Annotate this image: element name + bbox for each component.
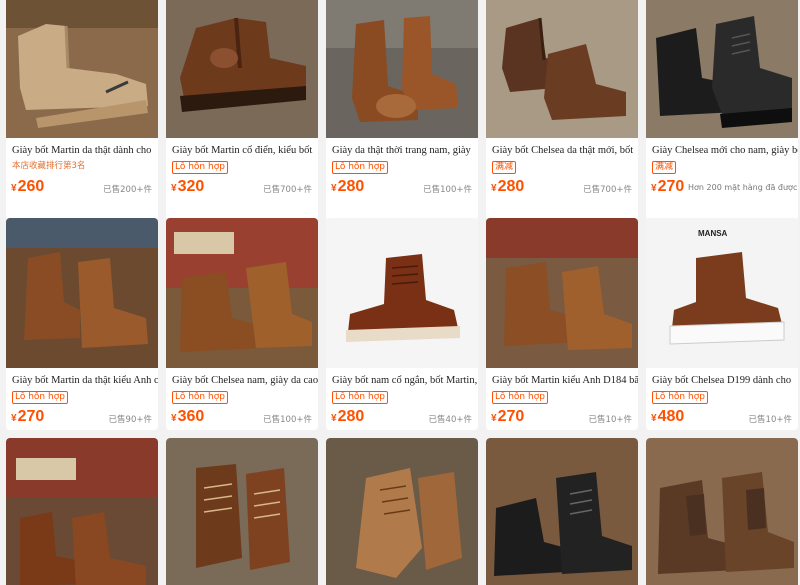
product-card[interactable] bbox=[166, 438, 318, 585]
product-card[interactable]: Giày bốt Martin kiểu Anh D184 băng Lô hỗ… bbox=[486, 218, 638, 430]
product-card[interactable]: Giày da thật thời trang nam, giày Lô hỗn… bbox=[326, 0, 478, 220]
sold-count: 已售90+件 bbox=[108, 415, 152, 425]
product-price: ¥320 bbox=[171, 178, 205, 195]
product-image[interactable] bbox=[166, 0, 318, 138]
product-title[interactable]: Giày Chelsea mới cho nam, giày bốt bbox=[652, 144, 798, 157]
promo-tag: Lô hỗn hợp bbox=[172, 161, 228, 174]
product-card[interactable]: Giày bốt Chelsea nam, giày da cao Lô hỗn… bbox=[166, 218, 318, 430]
product-image[interactable] bbox=[486, 0, 638, 138]
product-title[interactable]: Giày bốt Chelsea nam, giày da cao bbox=[172, 374, 318, 387]
product-price: ¥280 bbox=[491, 178, 525, 195]
sold-count: 已售200+件 bbox=[103, 185, 152, 195]
product-title[interactable]: Giày bốt Chelsea D199 dành cho bbox=[652, 374, 798, 387]
product-card[interactable]: Giày Chelsea mới cho nam, giày bốt 满减 ¥2… bbox=[646, 0, 798, 220]
product-card[interactable]: Giày bốt Martin da thật dành cho 本店收藏排行第… bbox=[6, 0, 158, 220]
promo-tag: Lô hỗn hợp bbox=[652, 391, 708, 404]
sold-count: 已售100+件 bbox=[263, 415, 312, 425]
promo-tag: Lô hỗn hợp bbox=[492, 391, 548, 404]
product-image[interactable] bbox=[646, 438, 798, 585]
product-image[interactable]: MANSA bbox=[646, 218, 798, 368]
product-title[interactable]: Giày bốt Martin da thật dành cho bbox=[12, 144, 158, 157]
product-image[interactable] bbox=[166, 218, 318, 368]
product-image[interactable] bbox=[326, 438, 478, 585]
sold-count: 已售100+件 bbox=[423, 185, 472, 195]
brand-logo: MANSA bbox=[698, 229, 728, 238]
product-image[interactable] bbox=[6, 438, 158, 585]
product-card[interactable]: Giày bốt Martin da thật kiểu Anh cổ Lô h… bbox=[6, 218, 158, 430]
product-image[interactable] bbox=[6, 218, 158, 368]
product-grid: Giày bốt Martin da thật dành cho 本店收藏排行第… bbox=[0, 0, 800, 585]
promo-tag: 满减 bbox=[652, 161, 677, 174]
product-image[interactable] bbox=[326, 0, 478, 138]
rank-badge: 本店收藏排行第3名 bbox=[12, 161, 86, 171]
product-card[interactable]: Giày bốt Martin cổ điển, kiểu bốt Lô hỗn… bbox=[166, 0, 318, 220]
product-image[interactable] bbox=[326, 218, 478, 368]
product-price: ¥270 bbox=[651, 178, 685, 195]
product-price: ¥360 bbox=[171, 408, 205, 425]
product-card[interactable]: Giày bốt nam cổ ngắn, bốt Martin, Lô hỗn… bbox=[326, 218, 478, 430]
product-title[interactable]: Giày bốt Martin da thật kiểu Anh cổ bbox=[12, 374, 158, 387]
product-image[interactable] bbox=[166, 438, 318, 585]
product-title[interactable]: Giày bốt Chelsea da thật mới, bốt bbox=[492, 144, 638, 157]
product-card[interactable] bbox=[6, 438, 158, 585]
product-card[interactable] bbox=[646, 438, 798, 585]
product-price: ¥260 bbox=[11, 178, 45, 195]
product-price: ¥280 bbox=[331, 178, 365, 195]
product-title[interactable]: Giày bốt Martin cổ điển, kiểu bốt bbox=[172, 144, 318, 157]
promo-tag: 满减 bbox=[492, 161, 517, 174]
promo-tag: Lô hỗn hợp bbox=[332, 161, 388, 174]
sold-count: 已售10+件 bbox=[748, 415, 792, 425]
sold-count: 已售10+件 bbox=[588, 415, 632, 425]
product-image[interactable] bbox=[6, 0, 158, 138]
product-card[interactable]: MANSA Giày bốt Chelsea D199 dành cho Lô … bbox=[646, 218, 798, 430]
product-image[interactable] bbox=[646, 0, 798, 138]
product-title[interactable]: Giày da thật thời trang nam, giày bbox=[332, 144, 478, 157]
sold-count: 已售40+件 bbox=[428, 415, 472, 425]
product-price: ¥270 bbox=[491, 408, 525, 425]
product-price: ¥270 bbox=[11, 408, 45, 425]
product-title[interactable]: Giày bốt Martin kiểu Anh D184 băng bbox=[492, 374, 638, 387]
product-card[interactable] bbox=[486, 438, 638, 585]
product-image[interactable] bbox=[486, 218, 638, 368]
sold-count: 已售700+件 bbox=[263, 185, 312, 195]
product-title[interactable]: Giày bốt nam cổ ngắn, bốt Martin, bbox=[332, 374, 478, 387]
product-card[interactable]: Giày bốt Chelsea da thật mới, bốt 满减 ¥28… bbox=[486, 0, 638, 220]
sold-count: Hơn 200 mặt hàng đã được bán bbox=[688, 183, 798, 192]
product-card[interactable] bbox=[326, 438, 478, 585]
product-price: ¥480 bbox=[651, 408, 685, 425]
product-price: ¥280 bbox=[331, 408, 365, 425]
promo-tag: Lô hỗn hợp bbox=[332, 391, 388, 404]
sold-count: 已售700+件 bbox=[583, 185, 632, 195]
product-image[interactable] bbox=[486, 438, 638, 585]
promo-tag: Lô hỗn hợp bbox=[172, 391, 228, 404]
promo-tag: Lô hỗn hợp bbox=[12, 391, 68, 404]
